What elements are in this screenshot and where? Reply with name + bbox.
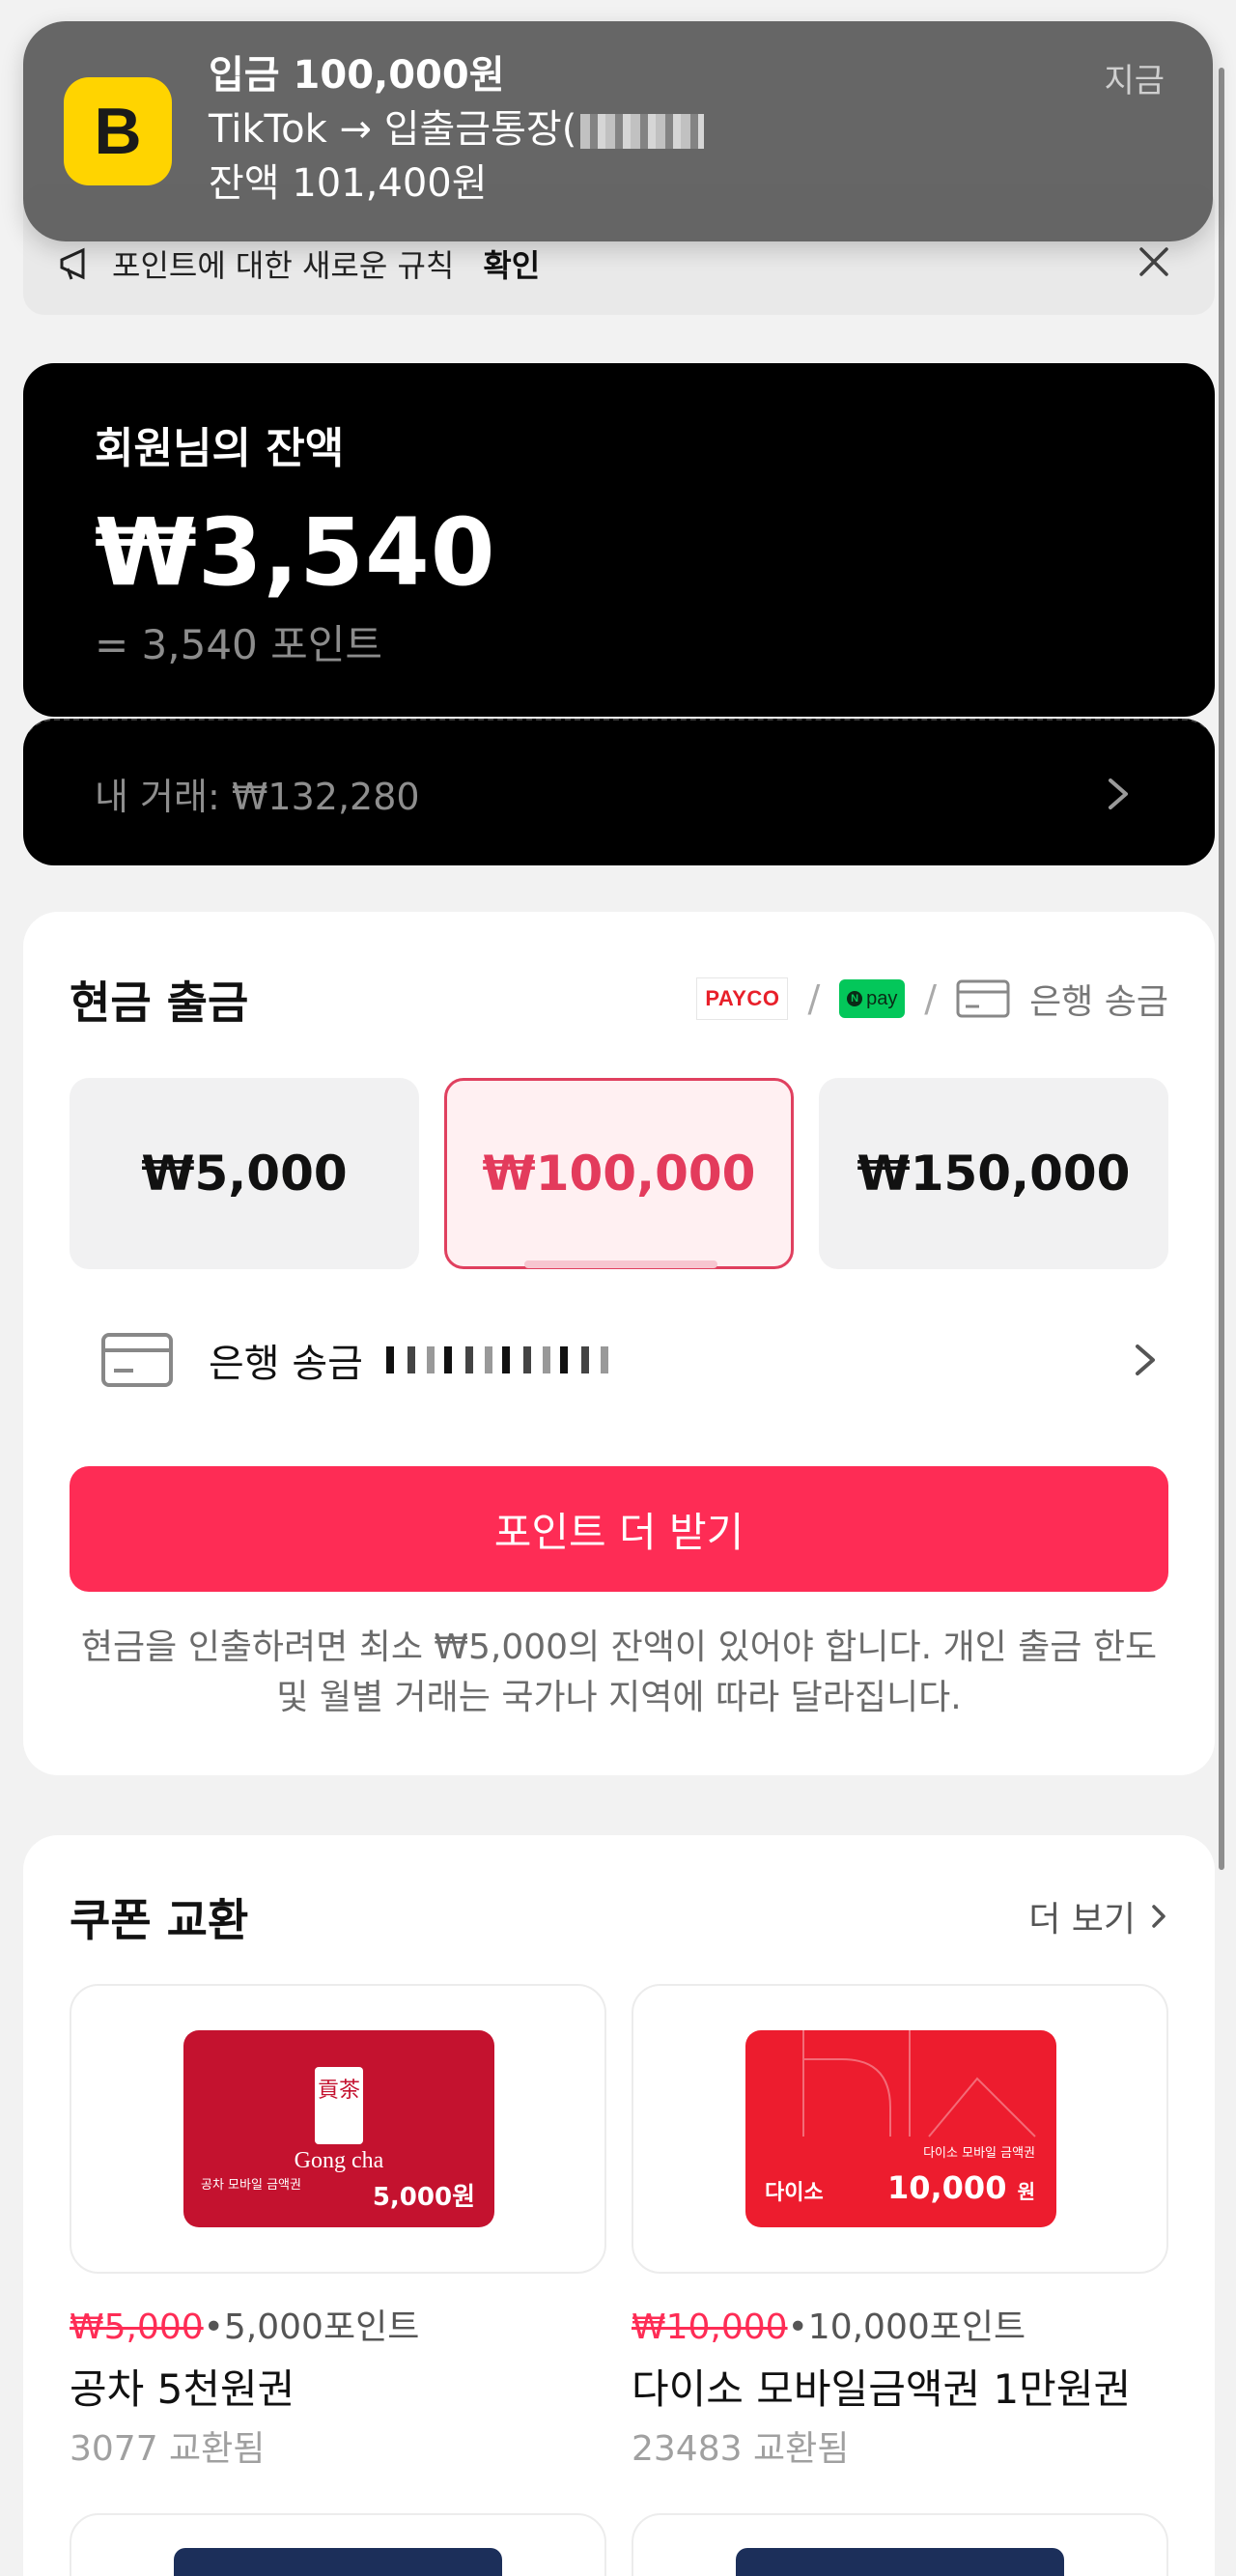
close-icon[interactable]: [1132, 240, 1176, 284]
daiso-card-small: 다이소 모바일 금액권: [923, 2146, 1035, 2161]
amount-option-selected[interactable]: ₩100,000: [444, 1078, 794, 1269]
bank-app-icon: B: [64, 77, 172, 185]
original-price: ₩10,000: [632, 2307, 788, 2347]
balance-card: 회원님의 잔액 ₩3,540 = 3,540 포인트: [23, 363, 1215, 717]
transactions-row[interactable]: 내 거래: ₩132,280: [23, 719, 1215, 865]
bank-transfer-label: 은행 송금: [209, 1342, 363, 1386]
notification-body: 입금 100,000원 TikTok → 입출금통장( 잔액 101,400원: [209, 48, 705, 211]
bank-card-icon: [956, 979, 1010, 1018]
transactions-label: 내 거래: ₩132,280: [95, 776, 420, 818]
coupon-price: ₩5,000•5,000포인트: [70, 2299, 419, 2349]
bank-transfer-row[interactable]: 은행 송금: [70, 1317, 1168, 1402]
coupon-tile[interactable]: [632, 2513, 1168, 2576]
coupon-exchange-count: 23483 교환됨: [632, 2429, 850, 2469]
separator: /: [924, 977, 938, 1020]
gongcha-gift-card-image: 貢茶 Gong cha 공차 모바일 금액권 5,000원: [183, 2030, 494, 2227]
megaphone-icon: [60, 247, 85, 280]
cash-withdraw-card: 현금 출금 PAYCO / Npay / 은행 송금 ₩5,000 ₩100,0…: [23, 912, 1215, 1775]
masked-account: [580, 114, 705, 149]
coupon-price: ₩10,000•10,000포인트: [632, 2299, 1025, 2349]
rules-banner-text: 포인트에 대한 새로운 규칙: [112, 247, 455, 284]
coupon-tile-gongcha[interactable]: 貢茶 Gong cha 공차 모바일 금액권 5,000원: [70, 1984, 606, 2274]
daiso-card-value: 10,000 원: [886, 2169, 1035, 2206]
payco-logo: PAYCO: [696, 977, 789, 1020]
bank-transfer-method: 은행 송금: [1029, 982, 1168, 1022]
rules-confirm-link[interactable]: 확인: [483, 241, 540, 286]
balance-amount: ₩3,540: [95, 498, 496, 607]
notification-title: 입금 100,000원: [209, 53, 505, 98]
selection-indicator: [524, 1260, 717, 1268]
notification-time: 지금: [1104, 62, 1165, 100]
points-price: •10,000포인트: [787, 2307, 1026, 2347]
coupon-exchange-count: 3077 교환됨: [70, 2429, 266, 2469]
payment-methods: PAYCO / Npay / 은행 송금: [696, 974, 1168, 1024]
balance-points: = 3,540 포인트: [95, 621, 383, 668]
cash-withdraw-title: 현금 출금: [70, 977, 249, 1029]
original-price: ₩5,000: [70, 2307, 204, 2347]
npay-n-icon: N: [847, 991, 863, 1006]
notification-line2: TikTok → 입출금통장(: [209, 102, 705, 156]
bank-card-icon: [101, 1333, 173, 1387]
coupon-exchange-card: 쿠폰 교환 더 보기 貢茶 Gong cha 공차 모바일 금액권 5,000원…: [23, 1835, 1215, 2576]
get-more-points-button[interactable]: 포인트 더 받기: [70, 1466, 1168, 1592]
coupon-exchange-title: 쿠폰 교환: [70, 1894, 249, 1946]
gongcha-logo: 貢茶: [315, 2067, 363, 2144]
chevron-right-icon: [1152, 1905, 1166, 1928]
separator: /: [807, 977, 821, 1020]
withdraw-note: 현금을 인출하려면 최소 ₩5,000의 잔액이 있어야 합니다. 개인 출금 …: [80, 1628, 1158, 1717]
gongcha-brand: Gong cha: [294, 2148, 384, 2173]
daiso-brand: 다이소: [765, 2181, 824, 2205]
balance-label: 회원님의 잔액: [95, 424, 345, 473]
chevron-right-icon: [1109, 778, 1128, 809]
push-notification[interactable]: B 입금 100,000원 TikTok → 입출금통장( 잔액 101,400…: [23, 21, 1213, 241]
coupon-name: 다이소 모바일금액권 1만원권: [632, 2365, 1132, 2413]
chevron-right-icon: [1136, 1345, 1155, 1375]
amount-option[interactable]: ₩5,000: [70, 1078, 419, 1269]
see-more-link[interactable]: 더 보기: [1028, 1891, 1168, 1941]
coupon-name: 공차 5천원권: [70, 2365, 295, 2413]
notification-line3: 잔액 101,400원: [209, 161, 488, 206]
masked-account-number: [385, 1346, 610, 1373]
gift-card-image: [174, 2548, 502, 2576]
scrollbar[interactable]: [1219, 68, 1224, 1870]
amount-options: ₩5,000 ₩100,000 ₩150,000: [70, 1078, 1168, 1269]
coupon-tile[interactable]: [70, 2513, 606, 2576]
daiso-gift-card-image: 다이소 모바일 금액권 다이소 10,000 원: [745, 2030, 1056, 2227]
gift-card-image: [736, 2548, 1064, 2576]
gongcha-card-small: 공차 모바일 금액권: [201, 2178, 301, 2193]
gongcha-card-value: 5,000원: [372, 2183, 475, 2212]
npay-logo: Npay: [839, 979, 906, 1018]
coupon-tile-daiso[interactable]: 다이소 모바일 금액권 다이소 10,000 원: [632, 1984, 1168, 2274]
amount-option[interactable]: ₩150,000: [819, 1078, 1168, 1269]
points-price: •5,000포인트: [203, 2307, 420, 2347]
